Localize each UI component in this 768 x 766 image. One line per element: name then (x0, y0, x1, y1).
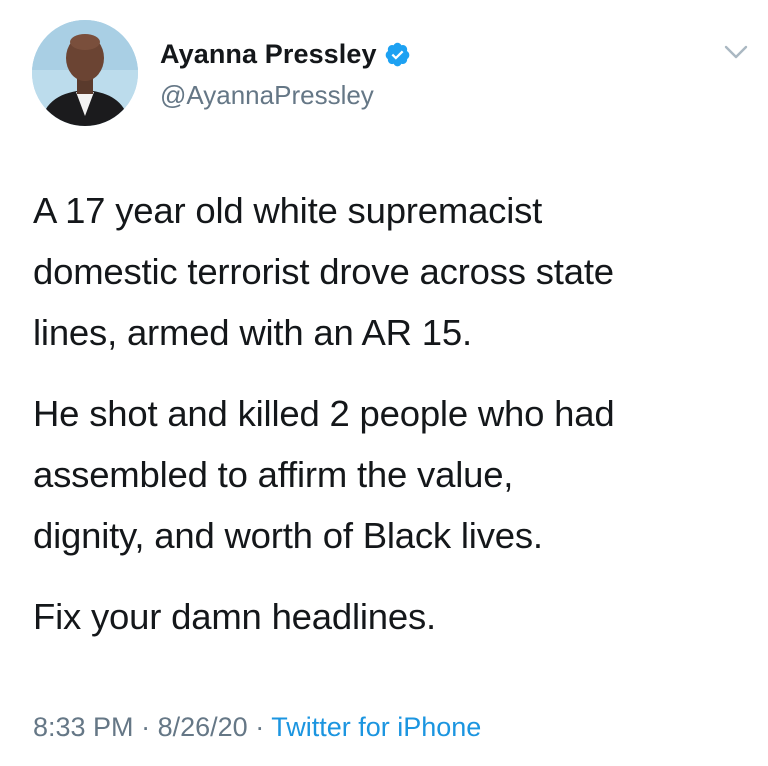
avatar[interactable] (32, 20, 138, 126)
tweet-metadata: 8:33 PM · 8/26/20 · Twitter for iPhone (33, 712, 481, 743)
author-info[interactable]: Ayanna Pressley @AyannaPressley (160, 36, 411, 111)
display-name[interactable]: Ayanna Pressley (160, 39, 377, 70)
chevron-down-icon[interactable] (718, 38, 754, 68)
profile-photo-icon (32, 20, 138, 126)
tweet-card: Ayanna Pressley @AyannaPressley A 17 yea… (0, 0, 768, 766)
name-row: Ayanna Pressley (160, 36, 411, 72)
tweet-paragraph: A 17 year old white supremacist domestic… (33, 190, 614, 353)
tweet-paragraph: He shot and killed 2 people who had asse… (33, 393, 615, 556)
tweet-text: A 17 year old white supremacist domestic… (33, 180, 753, 667)
verified-badge-icon (384, 41, 411, 68)
tweet-time[interactable]: 8:33 PM (33, 712, 134, 742)
separator-dot: · (255, 712, 265, 742)
tweet-source-link[interactable]: Twitter for iPhone (271, 712, 481, 742)
handle[interactable]: @AyannaPressley (160, 80, 411, 111)
separator-dot: · (141, 712, 151, 742)
tweet-paragraph: Fix your damn headlines. (33, 596, 436, 637)
tweet-date[interactable]: 8/26/20 (158, 712, 248, 742)
